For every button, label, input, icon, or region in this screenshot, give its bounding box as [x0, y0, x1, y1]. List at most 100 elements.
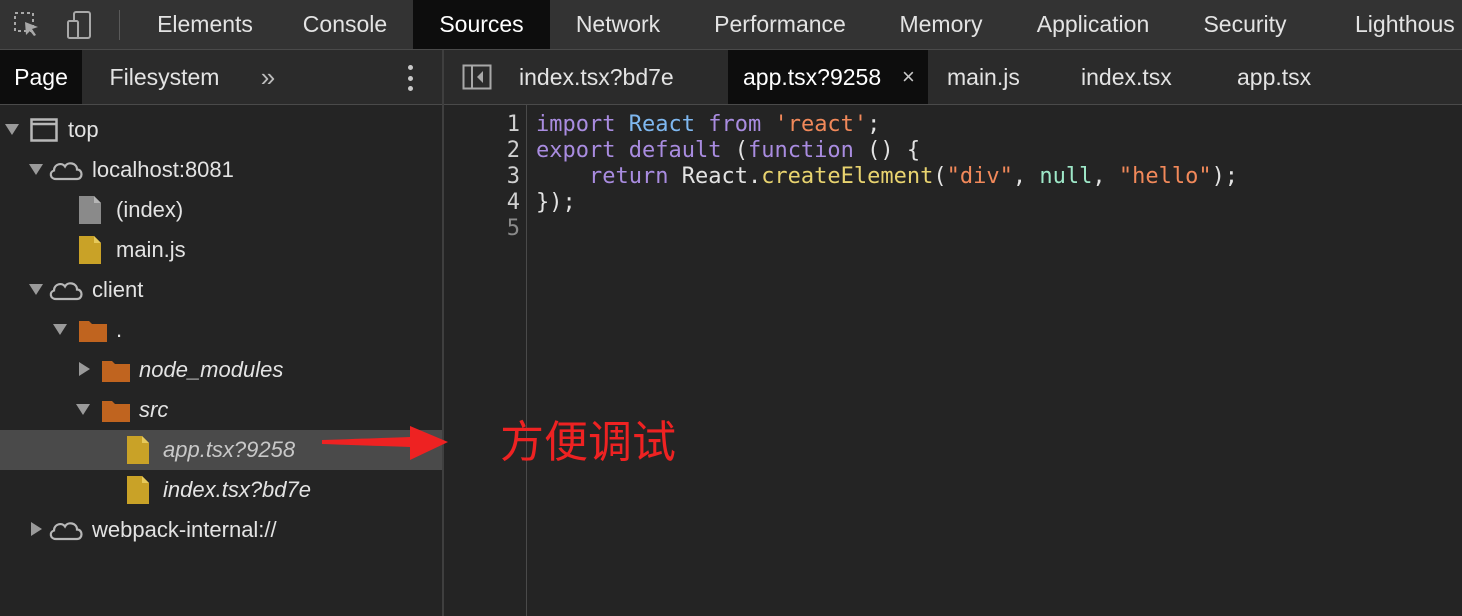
code-token: return: [588, 164, 669, 189]
annotation-text: 方便调试: [500, 417, 676, 468]
code-token: "div": [946, 164, 1013, 189]
collapsed-triangle-icon[interactable]: [79, 362, 90, 376]
file-tab-app-tsx[interactable]: app.tsx: [1237, 50, 1311, 104]
gutter-border: [526, 105, 527, 616]
expand-triangle-icon[interactable]: [5, 124, 19, 135]
line-number[interactable]: 3: [484, 164, 520, 190]
tree-item-index[interactable]: (index): [0, 190, 442, 230]
code-token: () {: [853, 138, 921, 163]
code-token: (: [721, 138, 748, 163]
tree-item-node-modules[interactable]: node_modules: [0, 350, 442, 390]
code-token: from: [708, 112, 762, 137]
cloud-icon: [48, 519, 84, 546]
navigator-tabs: Page Filesystem »: [0, 50, 442, 105]
script-file-icon: [126, 475, 150, 510]
expand-triangle-icon[interactable]: [29, 164, 43, 175]
line-number[interactable]: 4: [484, 190, 520, 216]
code-token: ,: [1092, 164, 1119, 189]
code-line-3[interactable]: return React.createElement("div", null, …: [536, 164, 1238, 190]
frame-icon: [30, 118, 58, 147]
tree-item-client[interactable]: client: [0, 270, 442, 310]
cloud-icon: [48, 279, 84, 306]
devtools-main-toolbar: Elements Console Sources Network Perform…: [0, 0, 1462, 50]
expand-triangle-icon[interactable]: [76, 404, 90, 415]
tab-page[interactable]: Page: [0, 50, 82, 104]
code-line-2[interactable]: export default (function () {: [536, 138, 920, 164]
script-file-icon: [126, 435, 150, 470]
tree-item-label: app.tsx?9258: [163, 437, 296, 462]
tree-item-label: main.js: [116, 237, 186, 262]
code-token: });: [536, 190, 576, 215]
tree-item-label: (index): [116, 197, 184, 222]
device-toggle-icon[interactable]: [63, 8, 97, 42]
code-token: import: [536, 112, 616, 137]
tree-item-top[interactable]: top: [0, 110, 442, 150]
tab-sources[interactable]: Sources: [413, 0, 550, 49]
tree-item-label: node_modules: [139, 357, 284, 382]
code-token: );: [1211, 164, 1239, 189]
sources-navigator: Page Filesystem » top localhost:8081 (in…: [0, 50, 442, 616]
tree-item-webpack-internal[interactable]: webpack-internal://: [0, 510, 442, 550]
expand-triangle-icon[interactable]: [53, 324, 67, 335]
tab-security[interactable]: Security: [1186, 0, 1304, 49]
close-tab-icon[interactable]: ×: [902, 50, 915, 104]
code-token: (: [933, 164, 947, 189]
toolbar-separator: [119, 10, 120, 40]
folder-icon: [101, 359, 131, 388]
tree-item-main-js[interactable]: main.js: [0, 230, 442, 270]
code-token: React: [628, 112, 695, 137]
tab-application[interactable]: Application: [1018, 0, 1168, 49]
document-icon: [78, 195, 102, 230]
line-number[interactable]: 2: [484, 138, 520, 164]
file-tab-app-tsx-9258[interactable]: app.tsx?9258 ×: [728, 50, 928, 104]
source-editor: index.tsx?bd7e app.tsx?9258 × main.js in…: [444, 50, 1462, 616]
tree-item-dot-folder[interactable]: .: [0, 310, 442, 350]
code-line-1[interactable]: import React from 'react';: [536, 112, 880, 138]
code-token: default: [628, 138, 722, 163]
more-tabs-icon[interactable]: »: [250, 50, 286, 104]
navigator-menu-icon[interactable]: [400, 63, 420, 93]
code-token: ,: [1012, 164, 1040, 189]
folder-icon: [78, 319, 108, 348]
code-token: createElement: [761, 164, 934, 189]
code-token: export: [536, 138, 616, 163]
tree-item-label: top: [68, 117, 99, 142]
file-tab-index-tsx-bd7e[interactable]: index.tsx?bd7e: [519, 50, 674, 104]
tree-item-index-tsx[interactable]: index.tsx?bd7e: [0, 470, 442, 510]
toggle-navigator-icon[interactable]: [462, 64, 492, 95]
tree-item-label: .: [116, 317, 123, 342]
line-number[interactable]: 5: [484, 216, 520, 242]
line-number[interactable]: 1: [484, 112, 520, 138]
cloud-icon: [48, 159, 84, 186]
element-picker-icon[interactable]: [10, 8, 44, 42]
script-file-icon: [78, 235, 102, 270]
tab-filesystem[interactable]: Filesystem: [92, 50, 237, 104]
code-token: null: [1039, 164, 1093, 189]
tree-item-label: webpack-internal://: [92, 517, 277, 542]
tab-network[interactable]: Network: [558, 0, 678, 49]
file-tab-label: app.tsx?9258: [743, 64, 882, 90]
code-token: function: [747, 138, 854, 163]
tab-console[interactable]: Console: [286, 0, 404, 49]
folder-icon: [101, 399, 131, 428]
file-tab-main-js[interactable]: main.js: [947, 50, 1020, 104]
code-token: ;: [867, 112, 881, 137]
code-token: 'react': [774, 112, 868, 137]
tab-performance[interactable]: Performance: [696, 0, 864, 49]
expand-triangle-icon[interactable]: [29, 284, 43, 295]
code-token: React.: [668, 164, 762, 189]
tab-lighthouse[interactable]: Lighthous: [1340, 0, 1462, 49]
editor-file-tabs: index.tsx?bd7e app.tsx?9258 × main.js in…: [444, 50, 1462, 105]
code-line-4[interactable]: });: [536, 190, 576, 216]
tab-memory[interactable]: Memory: [882, 0, 1000, 49]
tree-item-localhost[interactable]: localhost:8081: [0, 150, 442, 190]
collapsed-triangle-icon[interactable]: [31, 522, 42, 536]
tree-item-label: client: [92, 277, 144, 302]
file-tab-index-tsx[interactable]: index.tsx: [1081, 50, 1172, 104]
tab-elements[interactable]: Elements: [141, 0, 269, 49]
